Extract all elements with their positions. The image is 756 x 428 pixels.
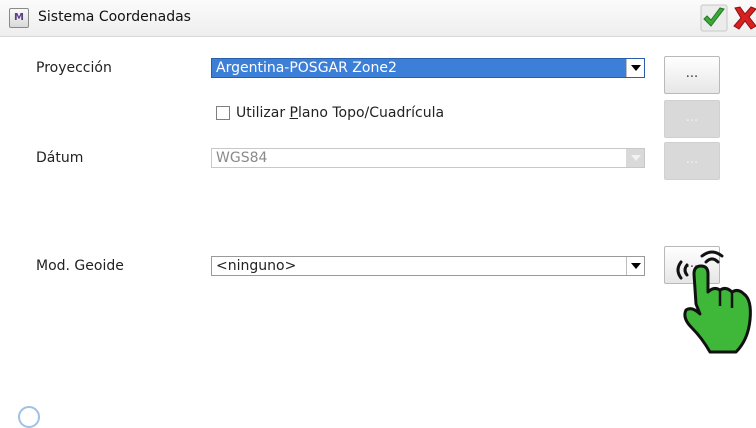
use-plane-checkbox[interactable] [216, 106, 230, 120]
projection-select[interactable]: Argentina-POSGAR Zone2 [211, 58, 645, 78]
projection-label: Proyección [36, 60, 112, 76]
chevron-down-icon [630, 263, 641, 269]
cancel-x-icon[interactable] [732, 4, 756, 32]
ok-checkmark-icon[interactable] [700, 4, 728, 32]
geoid-label: Mod. Geoide [36, 258, 124, 274]
projection-value: Argentina-POSGAR Zone2 [216, 60, 397, 76]
info-circle-icon [18, 406, 40, 428]
use-plane-browse-button: ... [664, 100, 720, 138]
use-plane-label[interactable]: Utilizar Plano Topo/Cuadrícula [236, 105, 444, 121]
chevron-down-icon [630, 155, 641, 161]
datum-value: WGS84 [216, 150, 268, 166]
projection-dropdown-arrow[interactable] [626, 59, 644, 77]
title-bar: M Sistema Coordenadas [0, 0, 756, 37]
window-title: Sistema Coordenadas [38, 9, 191, 25]
geoid-value: <ninguno> [216, 258, 297, 274]
datum-label: Dátum [36, 150, 84, 166]
datum-browse-button: ... [664, 142, 720, 180]
projection-browse-button[interactable]: ... [664, 56, 720, 94]
tap-hand-icon [676, 250, 752, 354]
geoid-dropdown-arrow[interactable] [626, 257, 644, 275]
geoid-select[interactable]: <ninguno> [211, 256, 645, 276]
app-logo-icon: M [9, 8, 29, 28]
chevron-down-icon [630, 65, 641, 71]
datum-dropdown-arrow [626, 149, 644, 167]
datum-select: WGS84 [211, 148, 645, 168]
